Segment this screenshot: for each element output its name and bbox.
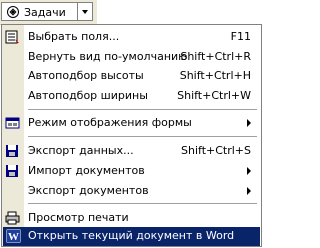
chevron-down-icon xyxy=(82,10,88,14)
menu-item-label: Просмотр печати xyxy=(28,211,129,224)
export-data-icon xyxy=(6,145,18,157)
tasks-menu: Выбрать поля... F11 Вернуть вид по-умолч… xyxy=(1,24,262,247)
import-documents-icon xyxy=(6,165,18,177)
tasks-dropdown-button[interactable] xyxy=(78,2,93,21)
menu-separator xyxy=(28,203,257,204)
menu-item-shortcut: F11 xyxy=(230,30,251,43)
menu-item-import-documents[interactable]: Импорт документов xyxy=(2,162,261,180)
tasks-button-label: Задачи xyxy=(24,6,66,19)
menu-separator xyxy=(28,109,257,110)
menu-item-form-view-mode[interactable]: Режим отображения формы xyxy=(2,114,261,132)
menu-item-label: Импорт документов xyxy=(28,164,145,177)
menu-item-label: Режим отображения формы xyxy=(28,116,192,129)
menu-item-label: Автоподбор высоты xyxy=(28,69,144,82)
menu-item-choose-fields[interactable]: Выбрать поля... F11 xyxy=(2,28,261,46)
menu-item-autofit-height[interactable]: Автоподбор высоты Shift+Ctrl+H xyxy=(2,67,261,85)
menu-item-label: Экспорт документов xyxy=(28,184,149,197)
menu-item-label: Выбрать поля... xyxy=(28,30,120,43)
menu-item-shortcut: Shift+Ctrl+W xyxy=(177,89,251,102)
menu-item-autofit-width[interactable]: Автоподбор ширины Shift+Ctrl+W xyxy=(2,87,261,105)
choose-fields-icon xyxy=(5,30,19,44)
print-preview-icon xyxy=(5,211,20,225)
form-view-icon xyxy=(5,117,20,129)
menu-item-export-data[interactable]: Экспорт данных... Shift+Ctrl+S xyxy=(2,142,261,160)
menu-item-export-documents[interactable]: Экспорт документов xyxy=(2,182,261,200)
toolbar: Задачи xyxy=(0,0,97,25)
tasks-button[interactable]: Задачи xyxy=(1,2,78,21)
submenu-arrow-icon xyxy=(247,187,251,195)
menu-item-label: Открыть текущий документ в Word xyxy=(28,229,235,242)
submenu-arrow-icon xyxy=(247,119,251,127)
menu-separator xyxy=(28,136,257,137)
svg-text:W: W xyxy=(8,231,19,243)
menu-item-label: Автоподбор ширины xyxy=(28,89,148,102)
menu-item-shortcut: Shift+Ctrl+S xyxy=(181,144,251,157)
menu-item-shortcut: Shift+Ctrl+H xyxy=(179,69,251,82)
menu-item-open-in-word[interactable]: W Открыть текущий документ в Word xyxy=(3,227,260,246)
menu-item-print-preview[interactable]: Просмотр печати xyxy=(2,209,261,227)
submenu-arrow-icon xyxy=(247,167,251,175)
menu-item-shortcut: Shift+Ctrl+R xyxy=(180,50,251,63)
tasks-icon xyxy=(7,6,19,18)
menu-item-reset-view[interactable]: Вернуть вид по-умолчанию Shift+Ctrl+R xyxy=(2,48,261,66)
menu-item-label: Экспорт данных... xyxy=(28,144,134,157)
word-icon: W xyxy=(6,229,21,243)
menu-item-label: Вернуть вид по-умолчанию xyxy=(28,50,188,63)
